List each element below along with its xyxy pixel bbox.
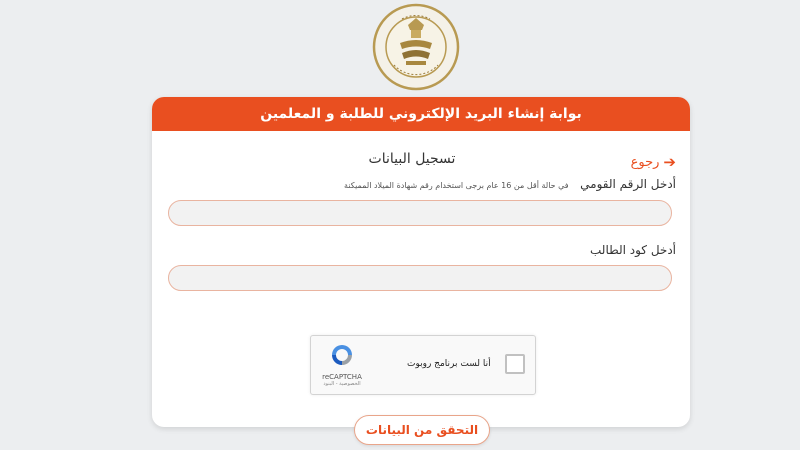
national-id-label: أدخل الرقم القومي	[580, 177, 676, 191]
verify-data-button[interactable]: التحقق من البيانات	[354, 415, 490, 445]
national-id-input[interactable]	[168, 200, 672, 226]
registration-card: بوابة إنشاء البريد الإلكتروني للطلبة و ا…	[152, 97, 690, 445]
portal-title: بوابة إنشاء البريد الإلكتروني للطلبة و ا…	[260, 106, 582, 122]
back-label: رجوع	[630, 154, 660, 170]
ministry-seal-logo	[372, 3, 460, 91]
registration-form: ➔ رجوع تسجيل البيانات أدخل الرقم القومي …	[152, 131, 690, 445]
card-header: بوابة إنشاء البريد الإلكتروني للطلبة و ا…	[152, 97, 690, 131]
recaptcha-widget: reCAPTCHA الخصوصية - البنود أنا لست برنا…	[310, 335, 536, 395]
recaptcha-logo: reCAPTCHA الخصوصية - البنود	[321, 342, 363, 387]
student-code-label: أدخل كود الطالب	[590, 243, 676, 257]
back-link[interactable]: ➔ رجوع	[631, 153, 676, 171]
recaptcha-brand: reCAPTCHA	[322, 373, 362, 381]
captcha-checkbox[interactable]	[505, 354, 525, 374]
recaptcha-icon	[332, 345, 352, 365]
student-code-input[interactable]	[168, 265, 672, 291]
arrow-right-icon: ➔	[663, 153, 676, 171]
captcha-label: أنا لست برنامج روبوت	[407, 359, 491, 369]
recaptcha-terms[interactable]: الخصوصية - البنود	[321, 381, 363, 387]
form-title: تسجيل البيانات	[368, 151, 456, 167]
national-id-hint: في حالة أقل من 16 عام برجى استخدام رقم ش…	[344, 181, 569, 190]
